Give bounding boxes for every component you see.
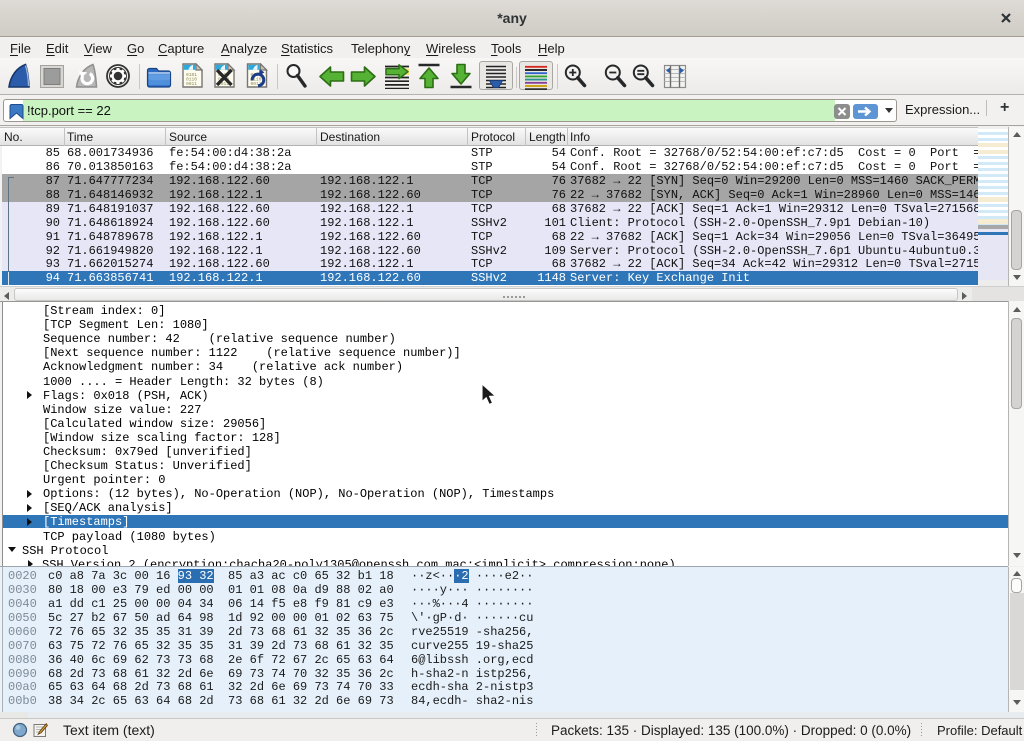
svg-text:0011: 0011	[186, 81, 197, 87]
